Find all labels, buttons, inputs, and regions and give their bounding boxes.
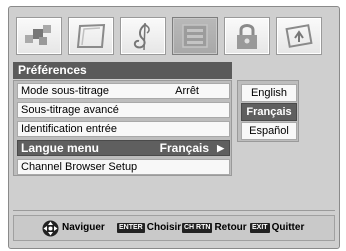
divider [13, 210, 335, 211]
menu-item-value: Français [159, 141, 209, 155]
menu-item-menu-language[interactable]: Langue menu Français ▶ [17, 140, 230, 156]
language-option-english[interactable]: English [241, 84, 297, 102]
exit-hint: EXIT Quitter [250, 216, 304, 240]
tab-bar [13, 11, 335, 55]
tab-audio[interactable] [120, 17, 166, 55]
tab-setup[interactable] [276, 17, 322, 55]
menu-item-label: Mode sous-titrage [21, 85, 110, 97]
language-option-spanish[interactable]: Español [241, 122, 297, 140]
return-hint: CH RTN Retour [182, 216, 247, 240]
quit-label: Quitter [271, 222, 305, 233]
arrow-right-icon: ▶ [217, 143, 224, 153]
menu-item-advanced-captions[interactable]: Sous-titrage avancé [17, 102, 230, 118]
enter-hint: ENTER Choisir [117, 216, 181, 240]
menu-item-label: Langue menu [21, 141, 100, 155]
screen-icon [76, 23, 106, 48]
lock-icon [237, 24, 257, 49]
tab-picture[interactable] [16, 17, 62, 55]
language-options: English Français Español [237, 80, 299, 142]
menu-item-channel-browser-setup[interactable]: Channel Browser Setup [17, 159, 230, 175]
menu-item-value: Arrêt [175, 85, 199, 97]
enter-key-icon: ENTER [117, 223, 145, 233]
preferences-icon [182, 24, 208, 48]
exit-key-icon: EXIT [250, 223, 270, 233]
choose-label: Choisir [146, 222, 182, 233]
tab-locks[interactable] [224, 17, 270, 55]
return-key-icon: CH RTN [182, 223, 213, 233]
back-label: Retour [214, 222, 247, 233]
menu-item-label: Sous-titrage avancé [21, 104, 119, 116]
language-option-french[interactable]: Français [241, 103, 297, 121]
navigate-label: Naviguer [62, 222, 105, 233]
picture-icon [25, 25, 51, 45]
music-note-icon [133, 22, 150, 51]
panel-title: Préférences [13, 62, 232, 79]
navigate-arrows-icon [42, 220, 59, 237]
menu-item-label: Channel Browser Setup [21, 161, 138, 173]
footer-legend: Naviguer ENTER Choisir CH RTN Retour EXIT Q… [13, 215, 335, 241]
setup-icon [285, 24, 313, 48]
preferences-menu: Mode sous-titrage Arrêt Sous-titrage ava… [13, 80, 232, 176]
menu-item-caption-mode[interactable]: Mode sous-titrage Arrêt [17, 83, 230, 99]
menu-item-label: Identification entrée [21, 123, 118, 135]
tab-screen[interactable] [68, 17, 114, 55]
tab-preferences[interactable] [172, 17, 218, 55]
menu-item-input-labeling[interactable]: Identification entrée [17, 121, 230, 137]
menu-screen: Préférences Mode sous-titrage Arrêt Sous… [8, 6, 340, 249]
